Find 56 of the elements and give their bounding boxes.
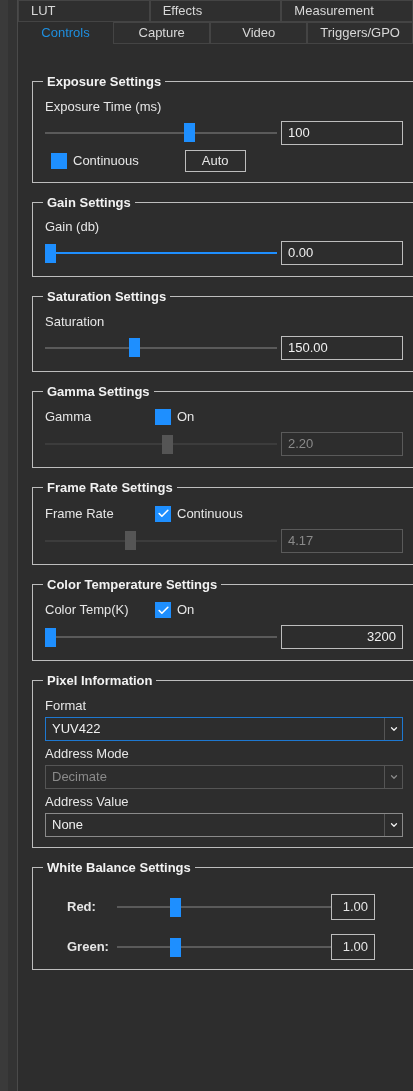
checkbox-label: On: [177, 408, 195, 427]
field-label: Gain (db): [45, 218, 101, 236]
field-label: Red:: [66, 898, 97, 917]
checkbox-label: Continuous: [177, 504, 243, 523]
check-icon: [156, 507, 170, 520]
slider-thumb[interactable]: [45, 627, 56, 647]
group-title: Gain Settings: [46, 193, 132, 212]
checkbox-label: Continuous: [73, 151, 139, 170]
tab[interactable]: Capture: [113, 22, 211, 44]
field-label: Color Temp(K): [45, 601, 130, 620]
tab[interactable]: Triggers/GPO: [307, 22, 413, 44]
slider[interactable]: [45, 338, 277, 357]
field-label: Format: [45, 696, 88, 715]
check-icon: [156, 603, 170, 617]
field-label: Address Mode: [45, 744, 130, 763]
tab[interactable]: Effects: [149, 0, 282, 22]
slider[interactable]: [117, 937, 331, 957]
checkbox[interactable]: [51, 152, 67, 169]
slider-thumb[interactable]: [45, 243, 56, 263]
field-label: Address Value: [45, 792, 130, 811]
tab[interactable]: LUT: [18, 0, 150, 22]
group-title: Color Temperature Settings: [46, 575, 219, 594]
field-label: Green:: [66, 938, 110, 957]
dropdown[interactable]: YUV422: [45, 716, 403, 741]
value-field[interactable]: 0.00: [281, 241, 403, 265]
field-label: Exposure Time (ms): [45, 97, 163, 116]
checkbox-label: On: [177, 601, 195, 620]
dropdown[interactable]: None: [45, 812, 403, 837]
slider[interactable]: [45, 123, 277, 142]
slider-thumb[interactable]: [169, 897, 181, 917]
tab[interactable]: Measurement: [281, 0, 413, 22]
value-field[interactable]: 1.00: [331, 934, 375, 960]
checkbox[interactable]: [155, 505, 171, 522]
slider-thumb[interactable]: [128, 338, 140, 357]
group-title: Saturation Settings: [46, 288, 168, 306]
group-title: Gamma Settings: [46, 382, 151, 401]
slider[interactable]: [45, 627, 277, 647]
value-field[interactable]: 100: [281, 120, 403, 145]
field-label: Frame Rate: [45, 504, 115, 523]
field-label: Saturation: [45, 312, 106, 331]
tab[interactable]: Video: [210, 22, 308, 44]
group-title: White Balance Settings: [46, 858, 192, 877]
field-label: Gamma: [45, 408, 93, 427]
group-title: Pixel Information: [46, 672, 154, 690]
value-field[interactable]: 150.00: [281, 335, 403, 360]
slider[interactable]: [45, 243, 277, 263]
auto-button[interactable]: Auto: [184, 149, 246, 172]
slider-thumb[interactable]: [184, 123, 196, 142]
group-title: Exposure Settings: [46, 73, 163, 91]
slider[interactable]: [117, 897, 331, 917]
value-field[interactable]: 1.00: [331, 894, 375, 920]
slider-thumb[interactable]: [169, 937, 181, 957]
value-field[interactable]: 3200: [281, 625, 403, 649]
checkbox[interactable]: [155, 409, 171, 425]
checkbox[interactable]: [155, 602, 171, 618]
group-title: Frame Rate Settings: [46, 479, 174, 497]
